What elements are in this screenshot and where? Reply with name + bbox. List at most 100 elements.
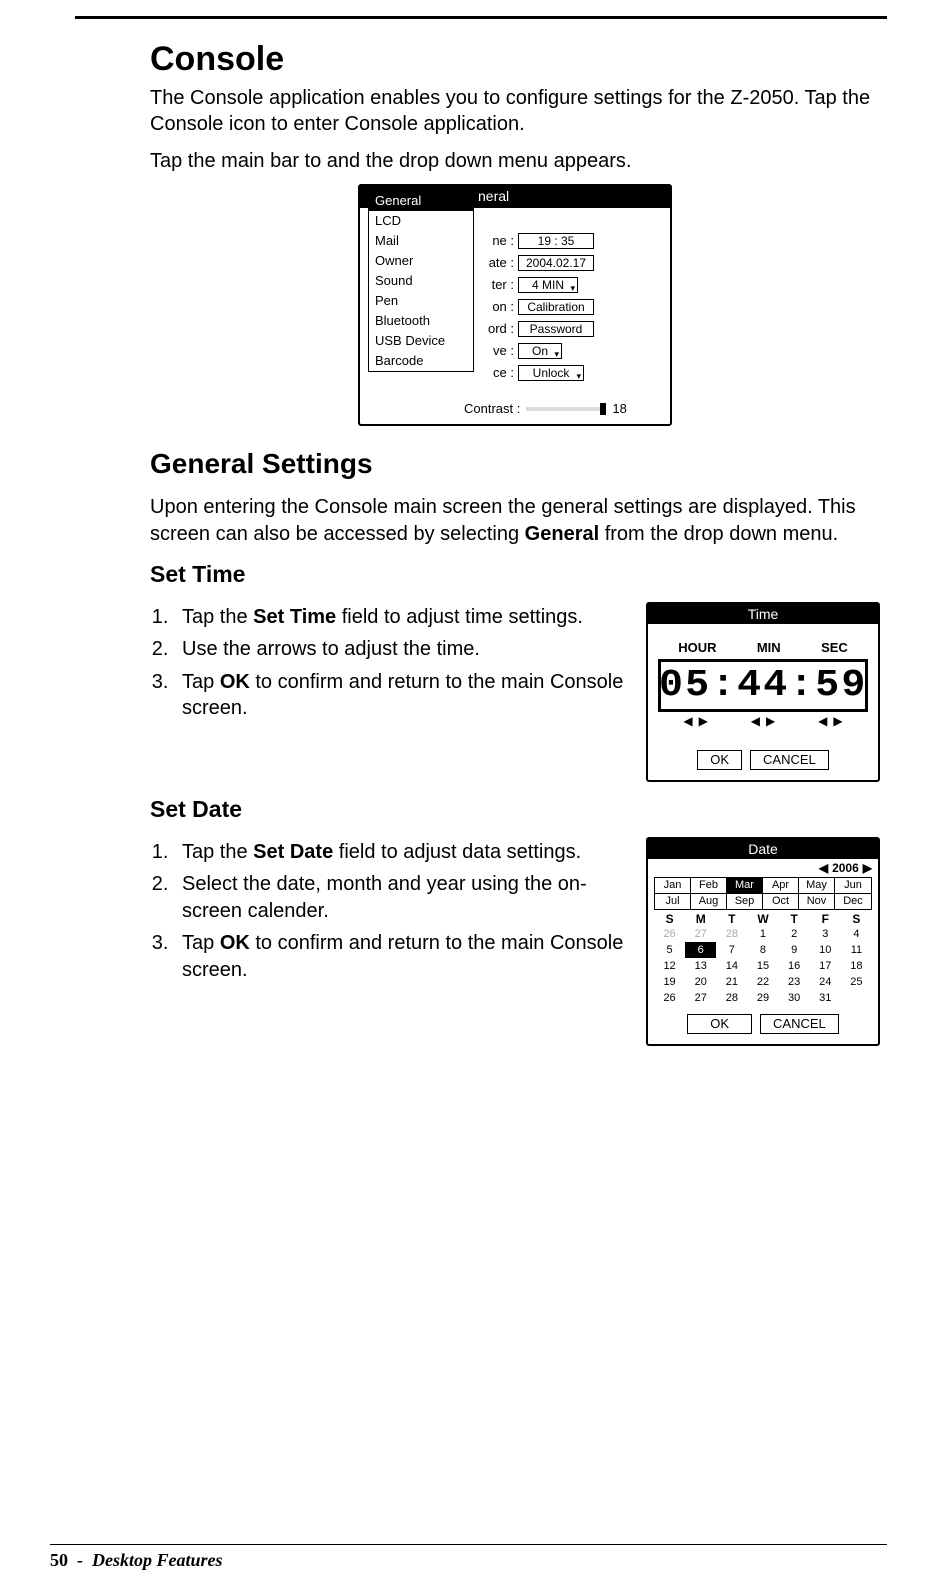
contrast-slider[interactable] [526, 407, 606, 411]
year-next-arrow-icon[interactable]: ▶ [863, 861, 872, 875]
month-dec[interactable]: Dec [835, 894, 871, 909]
cal-day[interactable]: 1 [747, 926, 778, 942]
date-ok-button[interactable]: OK [687, 1014, 752, 1034]
field-time-value[interactable]: 19 : 35 [518, 233, 594, 249]
cal-day[interactable]: 13 [685, 958, 716, 974]
cal-day[interactable]: 29 [747, 990, 778, 1006]
month-nov[interactable]: Nov [799, 894, 835, 909]
field-lock-dropdown[interactable]: Unlock [518, 365, 584, 381]
label-hour: HOUR [678, 640, 716, 655]
cal-day[interactable]: 30 [779, 990, 810, 1006]
menu-item-general[interactable]: General [369, 191, 473, 211]
year-prev-arrow-icon[interactable]: ◀ [819, 861, 828, 875]
cal-day[interactable]: 19 [654, 974, 685, 990]
menu-item-usb-device[interactable]: USB Device [369, 331, 473, 351]
cal-day[interactable]: 15 [747, 958, 778, 974]
field-password-button[interactable]: Password [518, 321, 594, 337]
cal-day[interactable]: 25 [841, 974, 872, 990]
hour-left-arrow-icon[interactable]: ◀ [683, 714, 692, 728]
field-off-label: ter : [484, 274, 514, 295]
cal-day[interactable]: 17 [810, 958, 841, 974]
cal-day[interactable]: 27 [685, 926, 716, 942]
step-date-2: Select the date, month and year using th… [174, 871, 632, 924]
cal-day[interactable]: 12 [654, 958, 685, 974]
cal-day[interactable]: 26 [654, 926, 685, 942]
cal-day[interactable]: 23 [779, 974, 810, 990]
menu-item-lcd[interactable]: LCD [369, 211, 473, 231]
time-cancel-button[interactable]: CANCEL [750, 750, 829, 770]
month-jul[interactable]: Jul [655, 894, 691, 909]
field-calibration-button[interactable]: Calibration [518, 299, 594, 315]
footer: 50 - Desktop Features [50, 1550, 223, 1571]
cal-day[interactable]: 14 [716, 958, 747, 974]
month-feb[interactable]: Feb [691, 878, 727, 894]
min-left-arrow-icon[interactable]: ◀ [751, 714, 760, 728]
contrast-label: Contrast : [464, 401, 520, 416]
menu-item-sound[interactable]: Sound [369, 271, 473, 291]
label-min: MIN [757, 640, 781, 655]
date-cancel-button[interactable]: CANCEL [760, 1014, 839, 1034]
footer-rule [50, 1544, 887, 1545]
step-time-1: Tap the Set Time field to adjust time se… [174, 604, 632, 630]
month-mar[interactable]: Mar [727, 878, 763, 894]
time-display: 05:44:59 [659, 664, 867, 707]
heading-set-date: Set Date [150, 796, 880, 823]
top-rule [75, 16, 887, 19]
cal-day[interactable]: 28 [716, 990, 747, 1006]
month-aug[interactable]: Aug [691, 894, 727, 909]
month-oct[interactable]: Oct [763, 894, 799, 909]
menu-item-bluetooth[interactable]: Bluetooth [369, 311, 473, 331]
cal-day[interactable]: 18 [841, 958, 872, 974]
cal-day[interactable]: 11 [841, 942, 872, 958]
intro-paragraph-2: Tap the main bar to and the drop down me… [150, 148, 880, 174]
month-sep[interactable]: Sep [727, 894, 763, 909]
cal-day-selected[interactable]: 6 [685, 942, 716, 958]
cal-day[interactable]: 10 [810, 942, 841, 958]
time-screenshot: Time HOUR MIN SEC 05:44:59 ◀▶ ◀▶ ◀▶ [646, 602, 880, 782]
cal-day[interactable]: 21 [716, 974, 747, 990]
cal-day[interactable]: 3 [810, 926, 841, 942]
month-jan[interactable]: Jan [655, 878, 691, 894]
cal-day[interactable]: 20 [685, 974, 716, 990]
menu-item-barcode[interactable]: Barcode [369, 351, 473, 371]
cal-day[interactable]: 22 [747, 974, 778, 990]
cal-day[interactable]: 24 [810, 974, 841, 990]
step-time-3: Tap OK to confirm and return to the main… [174, 669, 632, 722]
field-date-value[interactable]: 2004.02.17 [518, 255, 594, 271]
time-ok-button[interactable]: OK [697, 750, 742, 770]
cal-day[interactable]: 9 [779, 942, 810, 958]
cal-day[interactable]: 4 [841, 926, 872, 942]
contrast-value: 18 [612, 401, 626, 416]
cal-day[interactable]: 2 [779, 926, 810, 942]
cal-day[interactable]: 27 [685, 990, 716, 1006]
field-cal-label: on : [484, 296, 514, 317]
console-screenshot: neral ne :19 : 35 ate :2004.02.17 ter :4… [358, 184, 672, 426]
month-jun[interactable]: Jun [835, 878, 871, 894]
console-dropdown-menu[interactable]: General LCD Mail Owner Sound Pen Bluetoo… [368, 190, 474, 372]
cal-day[interactable]: 8 [747, 942, 778, 958]
cal-day[interactable]: 26 [654, 990, 685, 1006]
cal-day[interactable]: 5 [654, 942, 685, 958]
menu-item-mail[interactable]: Mail [369, 231, 473, 251]
cal-day[interactable]: 16 [779, 958, 810, 974]
menu-item-pen[interactable]: Pen [369, 291, 473, 311]
month-may[interactable]: May [799, 878, 835, 894]
min-right-arrow-icon[interactable]: ▶ [766, 714, 775, 728]
sec-right-arrow-icon[interactable]: ▶ [833, 714, 842, 728]
cal-day[interactable]: 28 [716, 926, 747, 942]
intro-paragraph-1: The Console application enables you to c… [150, 85, 880, 138]
calendar-grid: 2627281234 567891011 12131415161718 1920… [654, 926, 872, 1006]
sec-left-arrow-icon[interactable]: ◀ [818, 714, 827, 728]
cal-day[interactable] [841, 990, 872, 1006]
cal-day[interactable]: 7 [716, 942, 747, 958]
field-save-dropdown[interactable]: On [518, 343, 562, 359]
year-value: 2006 [832, 861, 859, 875]
month-apr[interactable]: Apr [763, 878, 799, 894]
field-time-label: ne : [484, 230, 514, 251]
field-off-dropdown[interactable]: 4 MIN [518, 277, 578, 293]
cal-day[interactable]: 31 [810, 990, 841, 1006]
menu-item-owner[interactable]: Owner [369, 251, 473, 271]
hour-right-arrow-icon[interactable]: ▶ [699, 714, 708, 728]
field-date-label: ate : [484, 252, 514, 273]
date-screenshot: Date ◀ 2006 ▶ Jan Feb Mar Apr May Jun Ju… [646, 837, 880, 1046]
